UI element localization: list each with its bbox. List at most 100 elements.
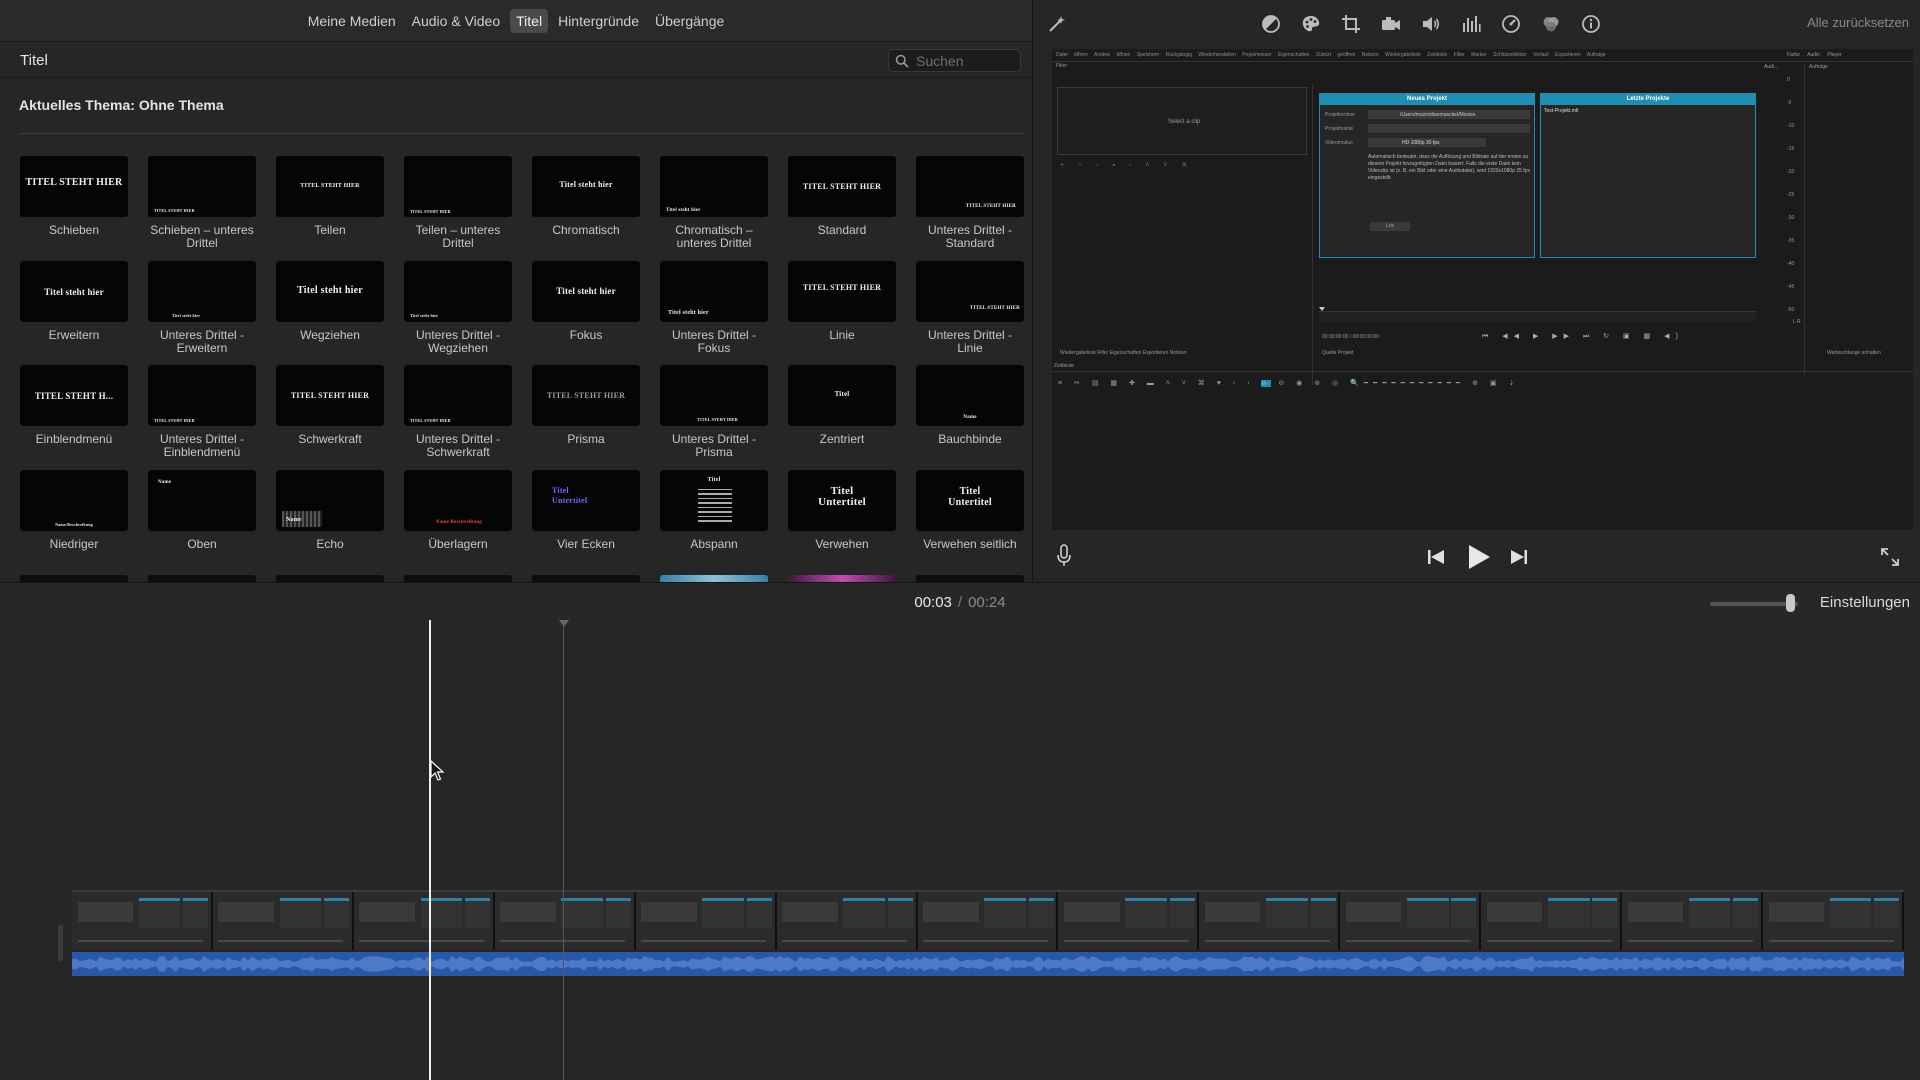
title-item[interactable]: TITEL STEHT HIER Unteres Drittel - Einble… xyxy=(148,365,256,470)
browser-tabs: Meine Medien Audio & Video Titel Hintergrün… xyxy=(0,0,1032,42)
clip-frame xyxy=(1763,892,1904,950)
title-item[interactable]: TITEL STEHT HIER Standard xyxy=(788,156,896,261)
title-thumb-partial[interactable] xyxy=(20,575,128,582)
skip-back-icon[interactable] xyxy=(1427,548,1445,566)
title-item[interactable]: Name Echo xyxy=(276,469,384,575)
meter-tick: -15 xyxy=(1787,146,1795,152)
timeline-zoom-knob[interactable] xyxy=(1786,594,1795,612)
tab-hintergründe[interactable]: Hintergründe xyxy=(552,9,645,33)
title-item[interactable]: Titel steht hier Chromatisch xyxy=(532,156,640,261)
crop-icon[interactable] xyxy=(1341,14,1361,34)
thumbnail-text: TITEL STEHT H... xyxy=(34,391,114,401)
magic-wand-icon[interactable] xyxy=(1047,14,1067,34)
thumbnail-text: Titel Untertitel xyxy=(552,485,588,505)
title-item[interactable]: TITEL STEHT H... Einblendmenü xyxy=(20,365,128,470)
title-item[interactable]: Name/Beschreibung Niedriger xyxy=(20,469,128,575)
title-item[interactable]: TITEL STEHT HIER Schieben – unteres Dritt… xyxy=(148,156,256,261)
play-icon[interactable] xyxy=(1467,544,1491,570)
title-thumbnail: Titel Untertitel xyxy=(788,469,896,531)
thumbnail-text: TITEL STEHT HIER xyxy=(546,391,626,400)
title-item[interactable]: Titel steht hier Fokus xyxy=(532,260,640,366)
title-thumb-partial[interactable] xyxy=(788,575,896,582)
settings-button[interactable]: Einstellungen xyxy=(1820,594,1910,611)
title-label: Niedriger xyxy=(49,536,99,551)
title-item[interactable]: TITEL STEHT HIER Unteres Drittel - Prisma xyxy=(660,365,768,470)
title-item[interactable]: Titel Zentriert xyxy=(788,365,896,470)
title-item[interactable]: Name Beschreibung Überlagern xyxy=(404,469,512,575)
meter-tick: -50 xyxy=(1787,307,1795,313)
title-item[interactable]: TITEL STEHT HIER Prisma xyxy=(532,365,640,470)
title-item[interactable]: TITEL STEHT HIER Linie xyxy=(788,260,896,366)
title-item[interactable]: Titel steht hier Unteres Drittel - Wegzie… xyxy=(404,260,512,366)
title-label: Echo xyxy=(316,536,344,551)
microphone-icon[interactable] xyxy=(1056,544,1072,568)
title-thumbnail: Titel steht hier xyxy=(404,260,512,322)
thumbnail-text: Name Beschreibung xyxy=(435,519,482,525)
timeline: 00:03 / 00:24 Einstellungen xyxy=(0,582,1920,1080)
title-thumb-partial[interactable] xyxy=(404,575,512,582)
timeline-track-area[interactable] xyxy=(0,623,1920,1080)
title-label: Bauchbinde xyxy=(938,432,1002,446)
title-item[interactable]: TITEL STEHT HIER Unteres Drittel - Standa… xyxy=(916,156,1024,261)
viewer: Alle zurücksetzen Datei öffnen Andere öf… xyxy=(1032,0,1920,582)
thumbnail-text: TITEL STEHT HIER xyxy=(802,282,882,292)
title-item[interactable]: TITEL STEHT HIER Teilen xyxy=(276,156,384,261)
tab-titel[interactable]: Titel xyxy=(510,8,549,33)
title-item[interactable]: Name Oben xyxy=(148,469,256,575)
title-thumbnail: Name Beschreibung xyxy=(404,469,512,531)
info-icon[interactable] xyxy=(1581,14,1601,34)
video-clip[interactable] xyxy=(72,890,1904,998)
volume-icon[interactable] xyxy=(1421,14,1441,34)
color-palette-icon[interactable] xyxy=(1301,14,1321,34)
thumbnail-text: Titel Untertitel xyxy=(818,484,866,508)
title-thumbnail: TITEL STEHT HIER xyxy=(916,260,1024,322)
skimmer-line xyxy=(563,622,564,1080)
search-input[interactable] xyxy=(916,52,1016,69)
speed-icon[interactable] xyxy=(1501,14,1521,34)
filter-icon[interactable] xyxy=(1541,14,1561,34)
title-item[interactable]: TITEL STEHT HIER Unteres Drittel - Schwer… xyxy=(404,365,512,470)
tab-meine-medien[interactable]: Meine Medien xyxy=(302,9,402,33)
title-item[interactable]: Titel steht hier Wegziehen xyxy=(276,260,384,366)
title-thumb-partial[interactable] xyxy=(660,575,768,582)
title-item[interactable]: Titel steht hier Chromatisch – unteres Dr… xyxy=(660,156,768,261)
video-preview[interactable]: Datei öffnen Andere öffnen Speichern Rüc… xyxy=(1052,49,1913,530)
thumbnail-text: Name xyxy=(963,415,977,420)
skip-forward-icon[interactable] xyxy=(1510,548,1528,566)
tab-übergänge[interactable]: Übergänge xyxy=(649,9,730,33)
title-item[interactable]: TITEL STEHT HIER Schwerkraft xyxy=(276,365,384,470)
clip-trim-handle[interactable] xyxy=(58,925,63,961)
title-item[interactable]: TITEL STEHT HIER Teilen – unteres Drittel xyxy=(404,156,512,261)
title-item[interactable]: TITEL STEHT HIER Unteres Drittel - Linie xyxy=(916,260,1024,366)
timeline-zoom-slider[interactable] xyxy=(1710,602,1798,606)
title-thumb-partial[interactable] xyxy=(276,575,384,582)
thumbnail-text: TITEL STEHT HIER xyxy=(154,208,195,213)
fullscreen-icon[interactable] xyxy=(1880,547,1900,567)
title-item[interactable]: Titel Untertitel Verwehen seitlich xyxy=(916,469,1024,575)
title-item[interactable]: Name Bauchbinde xyxy=(916,365,1024,470)
title-item[interactable]: Titel steht hier Unteres Drittel - Erweit… xyxy=(148,260,256,366)
time-separator: / xyxy=(957,594,963,611)
color-balance-icon[interactable] xyxy=(1261,14,1281,34)
thumbnail-text: TITEL STEHT HIER xyxy=(697,417,738,422)
search-field[interactable] xyxy=(888,49,1021,72)
tab-audio-video[interactable]: Audio & Video xyxy=(406,9,506,33)
title-thumb-partial[interactable] xyxy=(148,575,256,582)
thumbnail-text: Titel xyxy=(707,476,721,483)
reset-all-button[interactable]: Alle zurücksetzen xyxy=(1807,15,1909,30)
camera-icon[interactable] xyxy=(1381,14,1401,34)
clip-filmstrip xyxy=(72,890,1904,950)
playhead[interactable] xyxy=(429,620,431,1080)
title-item[interactable]: Titel Untertitel Vier Ecken xyxy=(532,469,640,575)
title-item[interactable]: Titel steht hier Unteres Drittel - Fokus xyxy=(660,260,768,366)
clip-frame xyxy=(917,892,1059,950)
title-label: Einblendmenü xyxy=(35,432,113,446)
title-item[interactable]: Titel steht hier Erweitern xyxy=(20,260,128,366)
title-thumb-partial[interactable] xyxy=(532,575,640,582)
thumbnail-text: Titel steht hier xyxy=(410,312,439,318)
equalizer-icon[interactable] xyxy=(1461,14,1481,34)
title-thumb-partial[interactable] xyxy=(916,575,1024,582)
title-item[interactable]: TITEL STEHT HIER Schieben xyxy=(20,156,128,261)
title-item[interactable]: Titel Untertitel Verwehen xyxy=(788,469,896,575)
title-item[interactable]: Titel Abspann xyxy=(660,469,768,575)
